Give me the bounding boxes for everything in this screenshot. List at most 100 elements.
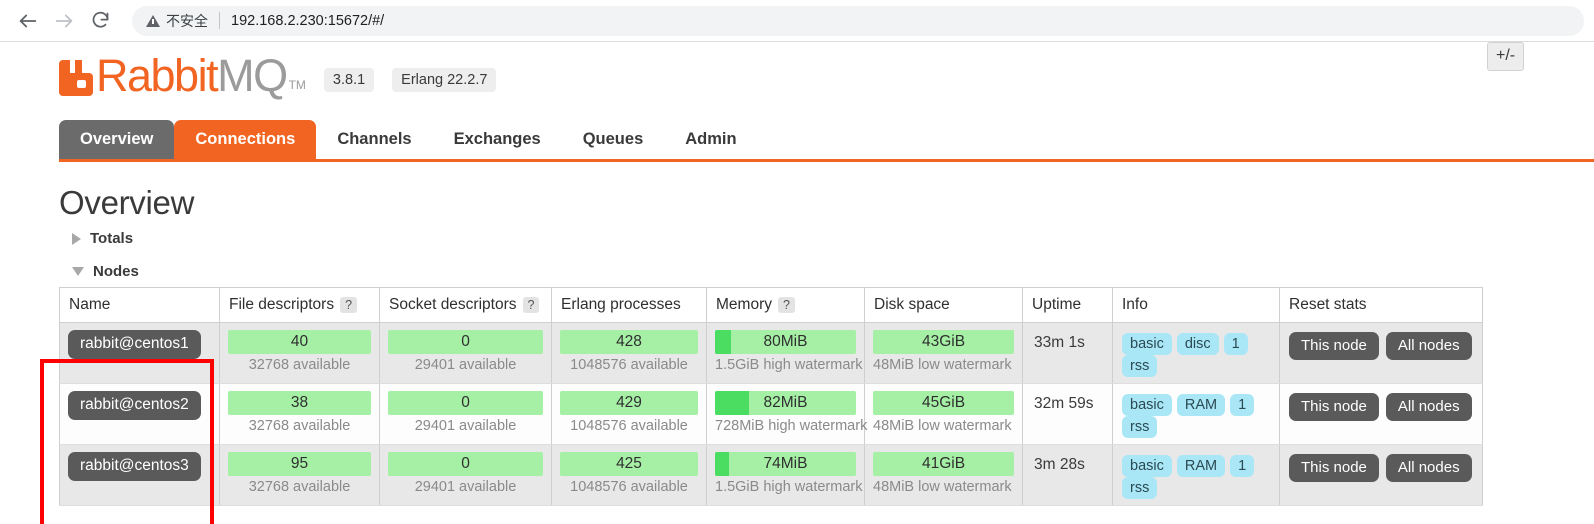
reset-all-nodes-button[interactable]: All nodes [1385,454,1472,483]
chevron-right-icon [72,232,81,245]
cell-erlang-processes-subtext: 1048576 available [570,479,688,496]
info-badge-basic[interactable]: basic [1122,333,1172,356]
cell-file-descriptors: 38 32768 available [219,383,380,446]
cell-disk-space-subtext: 48MiB low watermark [873,357,1012,374]
info-badge-basic[interactable]: basic [1122,394,1172,417]
tab-overview[interactable]: Overview [59,120,175,159]
nodes-table: Name File descriptors? Socket descriptor… [59,287,1483,507]
column-header-uptime[interactable]: Uptime [1022,287,1113,324]
version-badge: 3.8.1 [323,68,375,92]
cell-memory-bar: 80MiB [715,330,856,355]
cell-reset-stats: This node All nodes [1279,322,1483,385]
node-name-link[interactable]: rabbit@centos1 [68,330,201,360]
info-badge-1[interactable]: 1 [1223,333,1248,356]
uptime-value: 3m 28s [1034,456,1085,474]
info-badge-basic[interactable]: basic [1122,455,1172,478]
table-header-row: Name File descriptors? Socket descriptor… [59,287,1483,324]
nodes-section-toggle[interactable]: Nodes [72,263,1594,280]
brand-header: Rabbit MQ TM 3.8.1 Erlang 22.2.7 [59,42,1594,98]
main-navigation: Overview Connections Channels Exchanges … [59,120,1594,162]
forward-arrow-icon[interactable] [46,3,82,39]
toggle-columns-button[interactable]: +/- [1487,42,1525,71]
reload-icon[interactable] [82,3,118,39]
nodes-table-container: Name File descriptors? Socket descriptor… [59,42,1594,507]
info-badge-ram[interactable]: RAM [1176,455,1226,478]
totals-label: Totals [90,230,134,248]
column-header-disk-space[interactable]: Disk space [864,287,1023,324]
cell-file-descriptors-subtext: 32768 available [248,479,351,496]
column-header-memory[interactable]: Memory? [706,287,865,324]
cell-file-descriptors-subtext: 32768 available [248,357,351,374]
info-badge-disc[interactable]: disc [1176,333,1219,356]
info-badge-rss[interactable]: rss [1122,477,1158,500]
cell-disk-space-value: 43GiB [921,333,966,351]
tab-admin[interactable]: Admin [664,120,757,159]
cell-erlang-processes: 428 1048576 available [551,322,707,385]
cell-socket-descriptors-bar: 0 [388,452,543,477]
node-name-link[interactable]: rabbit@centos2 [68,391,201,421]
node-name-link[interactable]: rabbit@centos3 [68,452,201,482]
cell-memory: 80MiB 1.5GiB high watermark [706,322,865,385]
cell-reset-stats: This node All nodes [1279,444,1483,507]
warning-triangle-icon [146,14,160,27]
info-badge-ram[interactable]: RAM [1176,394,1226,417]
totals-section-toggle[interactable]: Totals [72,230,1594,247]
cell-memory-bar: 82MiB [715,391,856,416]
cell-file-descriptors-bar: 40 [228,330,371,355]
cell-file-descriptors-value: 95 [290,455,309,473]
cell-disk-space-bar: 43GiB [873,330,1014,355]
cell-file-descriptors-subtext: 32768 available [248,418,351,435]
back-arrow-icon[interactable] [10,3,46,39]
cell-socket-descriptors: 0 29401 available [379,322,552,385]
help-icon-socket-descriptors[interactable]: ? [522,297,540,314]
rabbitmq-management-page: Rabbit MQ TM 3.8.1 Erlang 22.2.7 Overview … [0,42,1594,524]
cell-erlang-processes-subtext: 1048576 available [570,418,688,435]
info-badge-rss[interactable]: rss [1122,416,1158,439]
help-icon-file-descriptors[interactable]: ? [340,297,358,314]
column-header-name[interactable]: Name [59,287,220,324]
info-badge-1[interactable]: 1 [1230,394,1255,417]
cell-erlang-processes-bar: 425 [560,452,698,477]
uptime-value: 33m 1s [1034,334,1085,352]
rabbitmq-logo[interactable]: Rabbit MQ TM [59,53,306,98]
cell-disk-space-subtext: 48MiB low watermark [873,479,1012,496]
cell-memory-subtext: 728MiB high watermark [715,418,868,435]
nodes-label: Nodes [93,263,139,281]
column-header-erlang-processes[interactable]: Erlang processes [551,287,707,324]
reset-this-node-button[interactable]: This node [1289,332,1379,361]
info-badge-1[interactable]: 1 [1230,455,1255,478]
cell-uptime: 3m 28s [1022,444,1113,507]
chevron-down-icon [72,267,84,277]
cell-socket-descriptors-value: 0 [461,455,470,473]
info-badge-rss[interactable]: rss [1122,355,1158,378]
column-header-file-descriptors[interactable]: File descriptors? [219,287,380,324]
tab-queues[interactable]: Queues [562,120,665,159]
cell-erlang-processes-bar: 429 [560,391,698,416]
cell-memory-subtext: 1.5GiB high watermark [715,357,863,374]
table-row: rabbit@centos1 40 32768 available 0 29401 av… [59,322,1483,385]
cell-uptime: 33m 1s [1022,322,1113,385]
cell-memory-bar: 74MiB [715,452,856,477]
tab-exchanges[interactable]: Exchanges [433,120,562,159]
reset-all-nodes-button[interactable]: All nodes [1385,332,1472,361]
toggle-columns-container: +/- [1487,42,1525,71]
reset-this-node-button[interactable]: This node [1289,393,1379,422]
rabbitmq-logo-icon [59,59,93,96]
security-status[interactable]: 不安全 [146,11,208,31]
column-header-reset-stats[interactable]: Reset stats [1279,287,1483,324]
reset-this-node-button[interactable]: This node [1289,454,1379,483]
url-text: 192.168.2.230:15672/#/ [231,12,385,29]
column-header-info[interactable]: Info [1112,287,1280,324]
reset-all-nodes-button[interactable]: All nodes [1385,393,1472,422]
tab-channels[interactable]: Channels [316,120,432,159]
help-icon-memory[interactable]: ? [777,297,795,314]
cell-file-descriptors-bar: 95 [228,452,371,477]
cell-file-descriptors-value: 40 [290,333,309,351]
address-bar[interactable]: 不安全 192.168.2.230:15672/#/ [132,5,1584,36]
cell-memory-value: 74MiB [763,455,808,473]
cell-memory-value: 80MiB [763,333,808,351]
column-header-socket-descriptors[interactable]: Socket descriptors? [379,287,552,324]
tab-connections[interactable]: Connections [174,120,317,159]
cell-socket-descriptors-bar: 0 [388,391,543,416]
cell-socket-descriptors-value: 0 [461,394,470,412]
